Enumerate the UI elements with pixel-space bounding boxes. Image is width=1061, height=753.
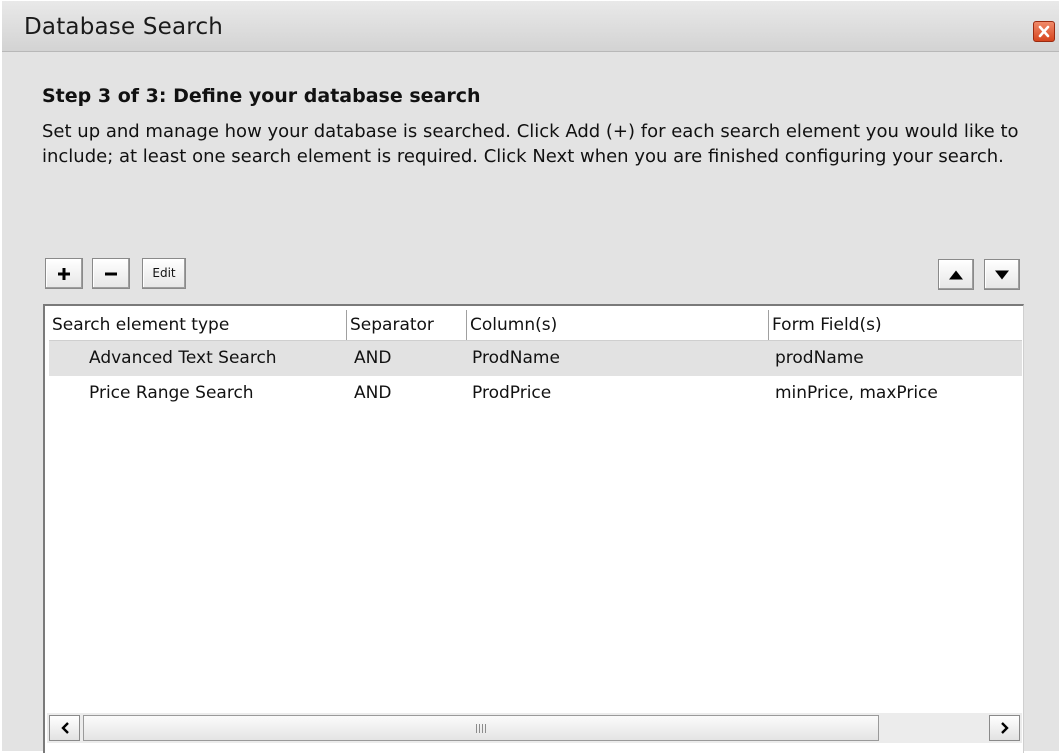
cell-separator: AND: [354, 348, 392, 368]
remove-button[interactable]: [92, 258, 130, 289]
cell-columns: ProdPrice: [472, 383, 552, 403]
search-elements-table[interactable]: Search element type Separator Column(s) …: [43, 304, 1024, 753]
minus-icon: [105, 272, 117, 275]
database-search-dialog: Database Search Step 3 of 3: Define your…: [0, 0, 1059, 753]
close-button[interactable]: [1033, 21, 1055, 42]
move-up-button[interactable]: [938, 259, 974, 290]
edit-button-label: Edit: [152, 266, 176, 280]
table-row[interactable]: Price Range Search AND ProdPrice minPric…: [49, 376, 1022, 411]
title-bar[interactable]: Database Search: [2, 1, 1059, 52]
step-description: Set up and manage how your database is s…: [42, 121, 1019, 167]
plus-icon: [58, 267, 70, 280]
scroll-left-icon: [60, 722, 69, 734]
scroll-grip-icon: [476, 724, 488, 733]
column-header-columns[interactable]: Column(s): [467, 310, 769, 340]
cell-form-fields: minPrice, maxPrice: [775, 383, 938, 403]
scroll-right-icon: [1000, 722, 1009, 734]
column-header-separator[interactable]: Separator: [347, 310, 467, 340]
scroll-right-button[interactable]: [989, 715, 1020, 741]
column-header-form-fields[interactable]: Form Field(s): [769, 310, 1022, 340]
cell-form-fields: prodName: [775, 348, 864, 368]
scroll-thumb[interactable]: [83, 715, 879, 741]
cell-search-element-type: Advanced Text Search: [89, 348, 277, 368]
arrow-down-icon: [995, 270, 1009, 279]
edit-button[interactable]: Edit: [142, 258, 186, 289]
arrow-up-icon: [949, 270, 963, 279]
close-icon: [1038, 25, 1050, 38]
horizontal-scrollbar[interactable]: [47, 713, 1022, 743]
column-header-search-element-type[interactable]: Search element type: [49, 310, 347, 340]
table-header: Search element type Separator Column(s) …: [49, 310, 1022, 341]
add-button[interactable]: [45, 258, 83, 289]
step-heading: Step 3 of 3: Define your database search: [42, 85, 481, 107]
cell-separator: AND: [354, 383, 392, 403]
table-row[interactable]: Advanced Text Search AND ProdName prodNa…: [49, 341, 1022, 376]
window-title: Database Search: [24, 14, 224, 40]
cell-search-element-type: Price Range Search: [89, 383, 254, 403]
move-down-button[interactable]: [984, 259, 1020, 290]
scroll-left-button[interactable]: [49, 715, 80, 741]
cell-columns: ProdName: [472, 348, 560, 368]
